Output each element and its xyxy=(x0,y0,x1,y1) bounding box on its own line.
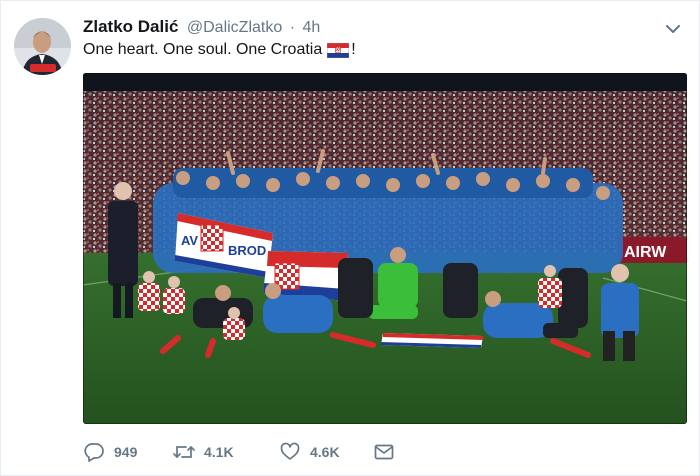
author-avatar[interactable] xyxy=(14,18,71,75)
tweet-text-suffix: ! xyxy=(351,41,356,58)
reply-button[interactable]: 949 xyxy=(83,441,173,463)
reply-icon xyxy=(83,441,105,463)
tweet-text-body: One heart. One soul. One Croatia xyxy=(83,41,323,58)
like-count: 4.6K xyxy=(310,444,340,460)
airw-banner-text: AIRW xyxy=(624,244,667,261)
svg-text:BROD: BROD xyxy=(228,243,266,258)
retweet-count: 4.1K xyxy=(204,444,234,460)
envelope-icon xyxy=(373,441,395,463)
direct-message-button[interactable] xyxy=(373,441,395,463)
reply-count: 949 xyxy=(114,444,138,460)
croatia-flag-icon xyxy=(326,42,350,58)
header-separator: · xyxy=(289,19,296,36)
like-button[interactable]: 4.6K xyxy=(279,441,373,463)
heart-icon xyxy=(279,441,301,463)
tweet-photo[interactable]: AIRW AV BROD xyxy=(83,73,687,424)
chevron-down-icon[interactable] xyxy=(663,19,683,39)
author-name[interactable]: Zlatko Dalić xyxy=(83,17,178,36)
tweet-timestamp[interactable]: 4h xyxy=(302,19,320,36)
retweet-icon xyxy=(173,441,195,463)
retweet-button[interactable]: 4.1K xyxy=(173,441,279,463)
tweet-actions: 949 4.1K 4.6K xyxy=(83,441,395,463)
tweet-header: Zlatko Dalić @DalicZlatko · 4h xyxy=(83,17,639,39)
svg-text:AV: AV xyxy=(181,233,198,248)
tweet-text: One heart. One soul. One Croatia ! xyxy=(83,41,679,59)
author-handle[interactable]: @DalicZlatko xyxy=(187,19,282,36)
tweet-card: Zlatko Dalić @DalicZlatko · 4h One heart… xyxy=(0,0,700,476)
